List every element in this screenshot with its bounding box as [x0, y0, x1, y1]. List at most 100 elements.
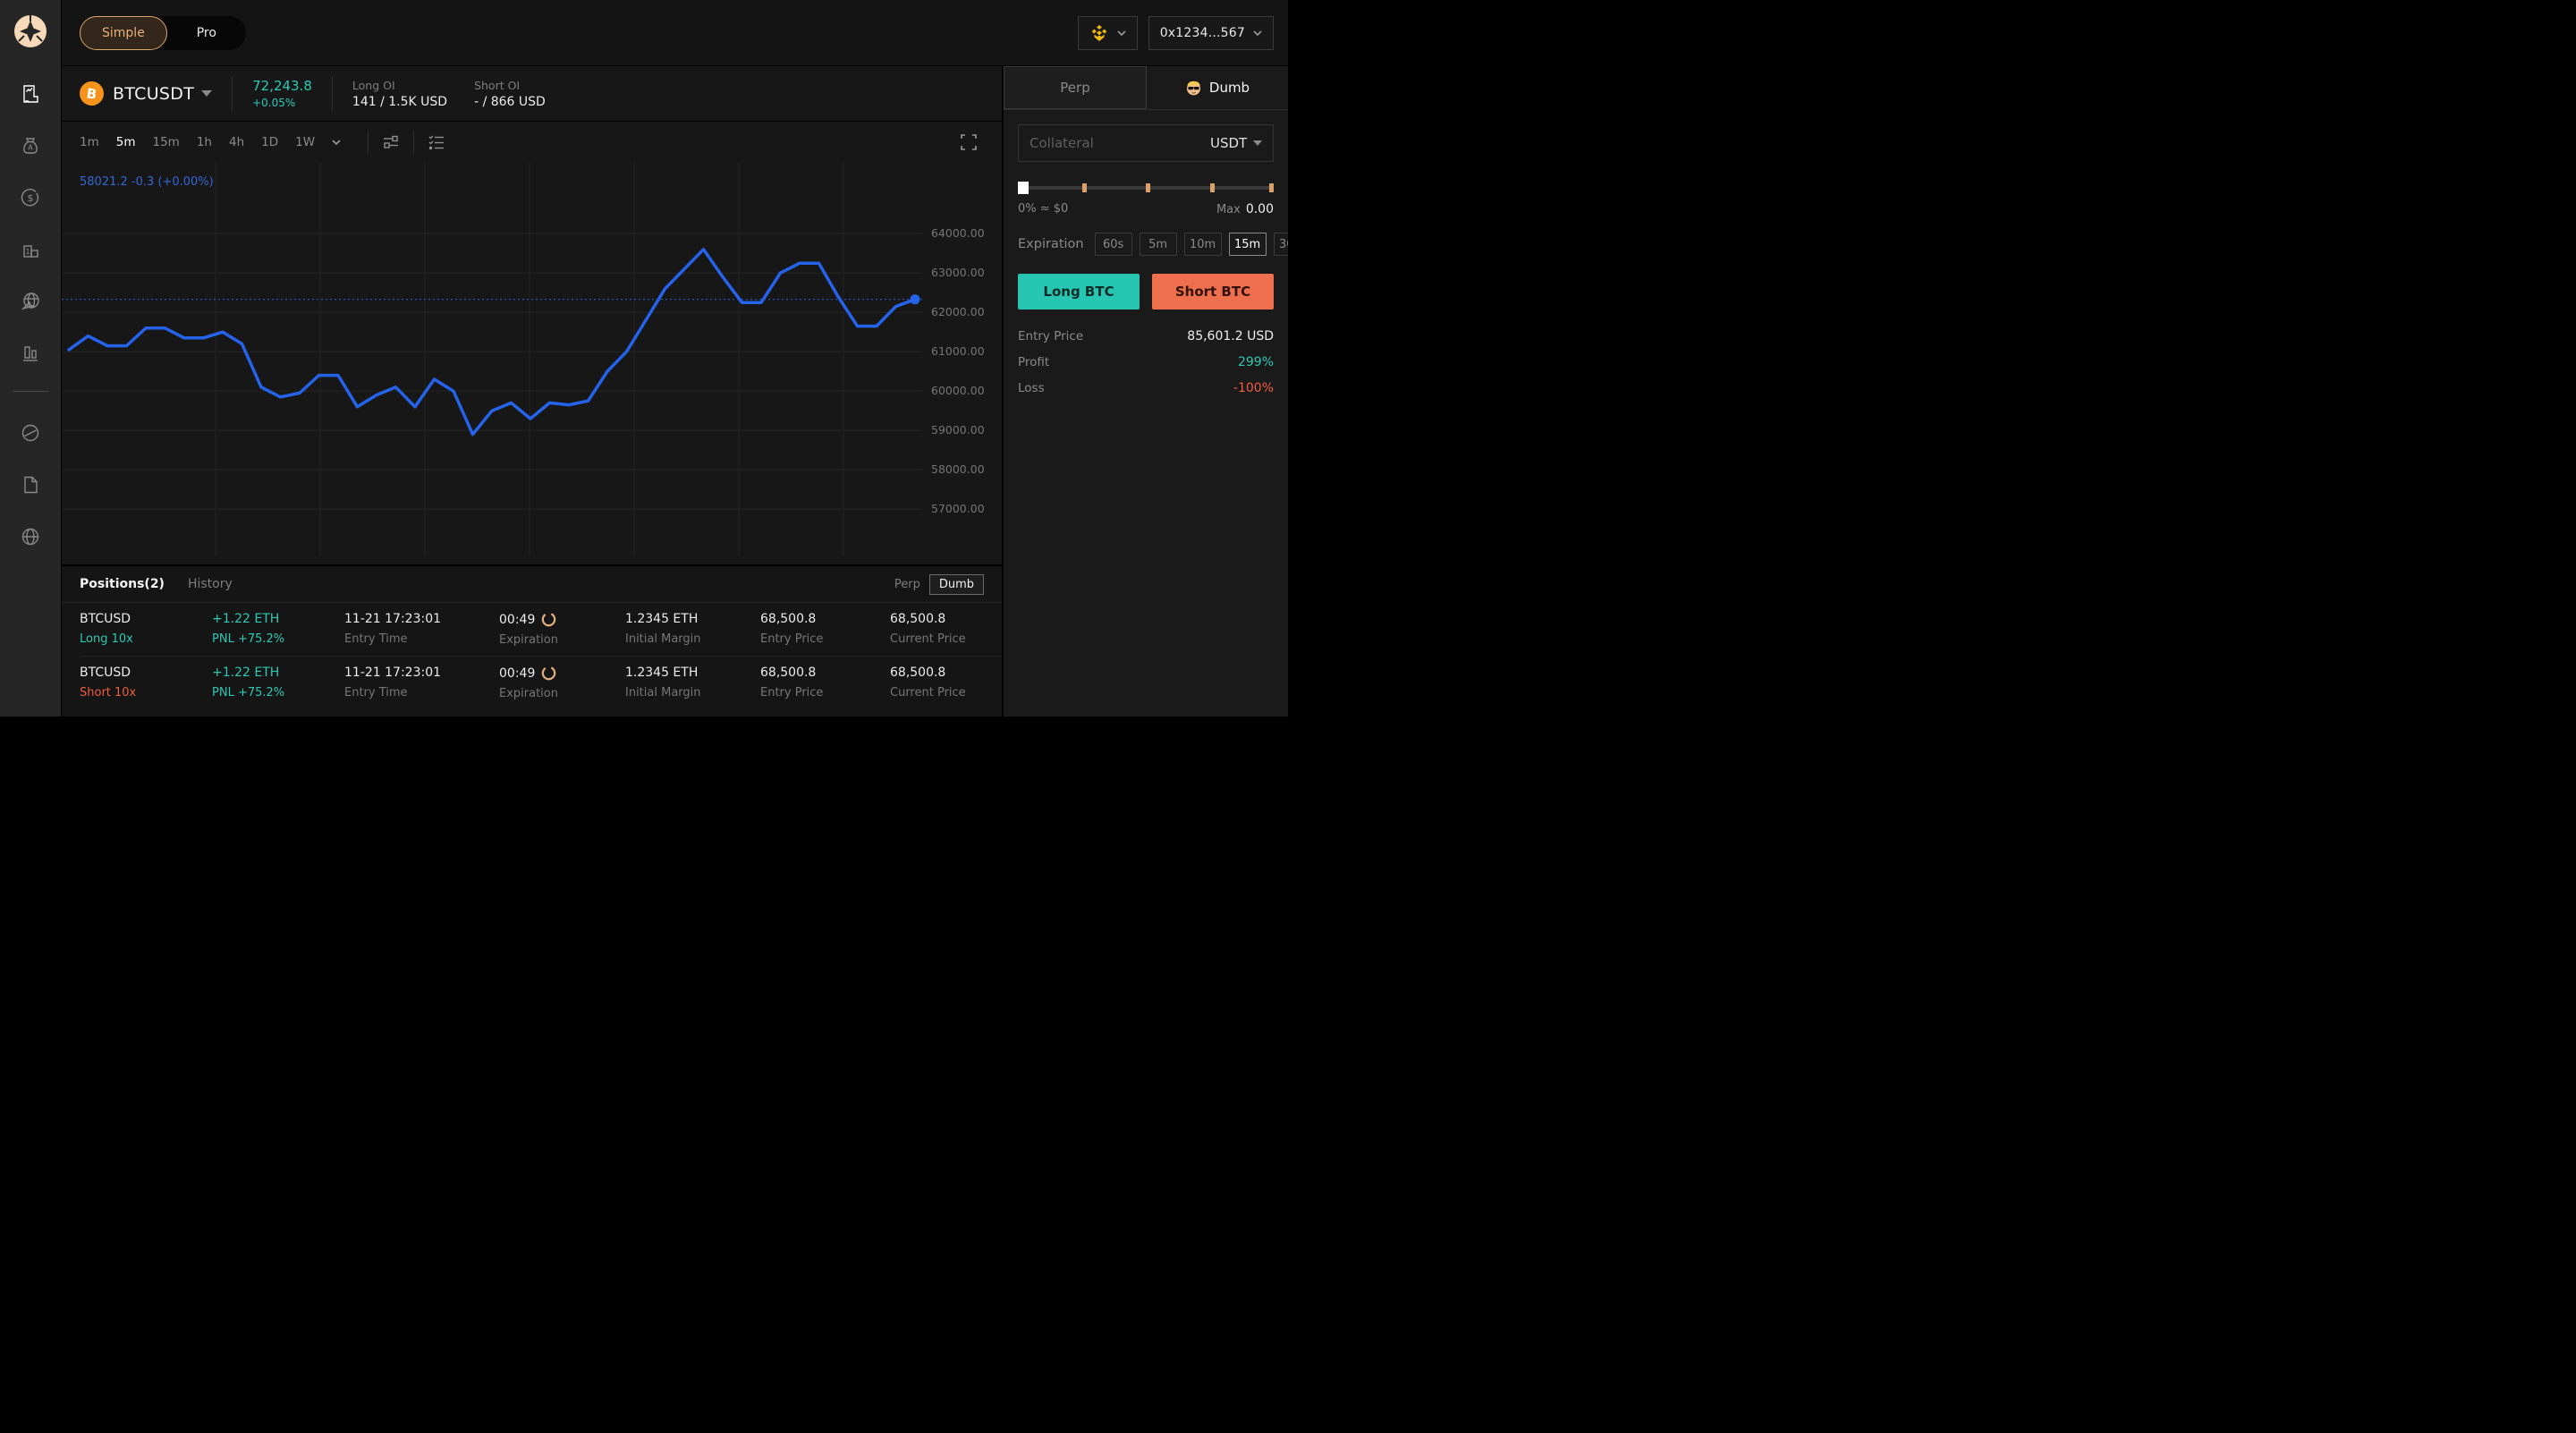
collateral-input[interactable] — [1030, 135, 1203, 151]
position-row[interactable]: BTCUSDLong 10x +1.22 ETHPNL +75.2% 11-21… — [62, 603, 1002, 656]
current-price-label: Current Price — [890, 686, 1002, 700]
sidebar-item-language[interactable] — [20, 526, 41, 547]
chart-toolbar: 1m 5m 15m 1h 4h 1D 1W — [62, 122, 1002, 163]
max-amount[interactable]: Max0.00 — [1216, 202, 1274, 216]
network-selector[interactable] — [1078, 16, 1138, 50]
expiration-5m-button[interactable]: 5m — [1140, 233, 1177, 256]
globe-launch-icon — [21, 292, 40, 311]
wallet-address: 0x1234...567 — [1160, 26, 1245, 40]
loss-value: -100% — [1233, 381, 1274, 395]
price-series-line — [69, 250, 915, 435]
y-axis-label: 58000.00 — [931, 462, 985, 476]
chart-panel: 1m 5m 15m 1h 4h 1D 1W — [62, 122, 1002, 564]
sidebar-item-community[interactable] — [20, 422, 41, 444]
slider-tick[interactable] — [1210, 183, 1215, 192]
slider-tick[interactable] — [1269, 183, 1274, 192]
timeframe-1W[interactable]: 1W — [295, 135, 315, 149]
slider-tick[interactable] — [1082, 183, 1087, 192]
expiration-60s-button[interactable]: 60s — [1095, 233, 1132, 256]
position-side: Short 10x — [80, 686, 212, 700]
topbar: Simple Pro 0x1234...567 — [62, 0, 1288, 65]
sidebar-item-earn[interactable]: A — [20, 135, 41, 157]
mode-pro-button[interactable]: Pro — [167, 16, 246, 50]
timeframe-4h[interactable]: 4h — [229, 135, 244, 149]
loss-label: Loss — [1018, 381, 1045, 395]
stats-bars-icon — [21, 343, 40, 363]
positions-perp-toggle[interactable]: Perp — [894, 578, 920, 591]
entry-price-value: 68,500.8 — [760, 666, 890, 680]
tab-history[interactable]: History — [188, 577, 233, 591]
initial-margin-label: Initial Margin — [625, 632, 760, 646]
entry-price-value: 85,601.2 USD — [1187, 329, 1274, 343]
expiration-15m-button[interactable]: 15m — [1229, 233, 1267, 256]
timeframe-15m[interactable]: 15m — [153, 135, 180, 149]
slider-percent-value: 0% ≈ $0 — [1018, 202, 1068, 216]
timeframe-1m[interactable]: 1m — [80, 135, 99, 149]
sidebar: A $ 1 — [0, 0, 61, 716]
sidebar-item-trade[interactable] — [20, 83, 41, 105]
document-icon — [21, 475, 40, 495]
entry-time-value: 11-21 17:23:01 — [344, 612, 499, 626]
bnb-chain-icon — [1089, 23, 1109, 43]
chevron-down-icon — [1253, 140, 1262, 146]
timeframe-more-chevron-icon[interactable] — [332, 140, 341, 145]
timeframe-5m[interactable]: 5m — [116, 135, 136, 149]
entry-price-label: Entry Price — [760, 686, 890, 700]
leaderboard-icon: 1 — [21, 240, 40, 259]
tab-perp[interactable]: Perp — [1004, 66, 1147, 109]
long-btc-button[interactable]: Long BTC — [1018, 274, 1140, 309]
long-oi-value: 141 / 1.5K USD — [352, 95, 447, 109]
tab-positions[interactable]: Positions(2) — [80, 577, 165, 591]
price-chart[interactable] — [62, 163, 922, 556]
initial-margin-label: Initial Margin — [625, 686, 760, 700]
tab-dumb[interactable]: Dumb — [1147, 66, 1288, 109]
countdown-ring-icon — [541, 612, 556, 627]
sidebar-item-rewards[interactable]: $ — [20, 187, 41, 208]
y-axis-label: 63000.00 — [931, 266, 985, 279]
market-dropdown-caret-icon[interactable] — [201, 90, 212, 97]
expiration-30m-button[interactable]: 30m — [1274, 233, 1288, 256]
entry-price-label: Entry Price — [760, 632, 890, 646]
leverage-slider[interactable] — [1018, 182, 1274, 194]
position-size: +1.22 ETH — [212, 666, 344, 680]
timeframe-1h[interactable]: 1h — [197, 135, 212, 149]
sidebar-item-ecosystem[interactable] — [20, 291, 41, 312]
sidebar-item-docs[interactable] — [20, 474, 41, 496]
dollar-coin-icon: $ — [21, 188, 40, 208]
app-logo-icon[interactable] — [13, 13, 48, 49]
short-oi-value: - / 866 USD — [474, 95, 546, 109]
profit-label: Profit — [1018, 355, 1049, 369]
slashed-circle-icon — [21, 423, 40, 443]
chevron-down-icon — [1117, 30, 1126, 36]
sidebar-item-stats[interactable] — [20, 343, 41, 364]
bitcoin-icon: B — [78, 80, 105, 106]
market-header: B BTCUSDT 72,243.8 +0.05% Long OI 141 / … — [62, 66, 1002, 121]
svg-text:1: 1 — [25, 248, 30, 256]
expiration-10m-button[interactable]: 10m — [1184, 233, 1222, 256]
long-oi-label: Long OI — [352, 79, 447, 92]
slider-handle[interactable] — [1018, 182, 1029, 194]
position-pnl: PNL +75.2% — [212, 686, 344, 700]
positions-dumb-toggle[interactable]: Dumb — [929, 574, 984, 595]
sidebar-item-leaderboard[interactable]: 1 — [20, 239, 41, 260]
position-pnl: PNL +75.2% — [212, 632, 344, 646]
slider-tick[interactable] — [1146, 183, 1150, 192]
timeframe-1D[interactable]: 1D — [261, 135, 278, 149]
profit-value: 299% — [1238, 355, 1274, 369]
market-change: +0.05% — [252, 97, 312, 109]
expiration-label: Expiration — [499, 687, 625, 700]
svg-text:$: $ — [28, 192, 34, 204]
initial-margin-value: 1.2345 ETH — [625, 666, 760, 680]
position-row[interactable]: BTCUSDShort 10x +1.22 ETHPNL +75.2% 11-2… — [62, 657, 1002, 709]
fullscreen-icon[interactable] — [961, 134, 977, 150]
wallet-address-button[interactable]: 0x1234...567 — [1148, 16, 1274, 50]
y-axis-label: 57000.00 — [931, 502, 985, 515]
expiration-label: Expiration — [1018, 237, 1084, 251]
y-axis-labels: 64000.0063000.0062000.0061000.0060000.00… — [931, 163, 1002, 556]
checklist-icon[interactable] — [427, 132, 446, 152]
mode-simple-button[interactable]: Simple — [80, 16, 167, 50]
short-btc-button[interactable]: Short BTC — [1152, 274, 1274, 309]
collateral-asset-selector[interactable]: USDT — [1210, 135, 1262, 151]
indicator-settings-icon[interactable] — [381, 132, 401, 152]
current-price-value: 68,500.8 — [890, 612, 1002, 626]
